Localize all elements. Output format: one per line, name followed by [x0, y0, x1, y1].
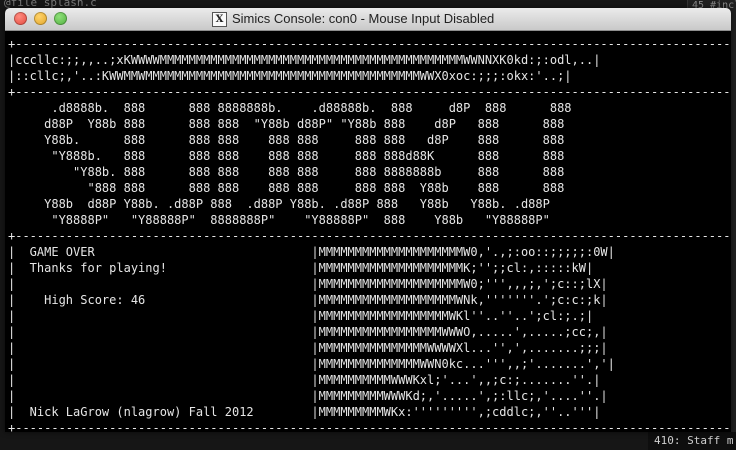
console-line: | GAME OVER |MMMMMMMMMMMMMMMMMMMMW0,'.,;… [8, 245, 615, 259]
console-line: | Nick LaGrow (nlagrow) Fall 2012 |MMMMM… [8, 405, 601, 419]
console-line: | Thanks for playing! |MMMMMMMMMMMMMMMMM… [8, 261, 594, 275]
simics-console-window[interactable]: X Simics Console: con0 - Mouse Input Dis… [5, 8, 731, 432]
minimize-button[interactable] [34, 12, 47, 25]
console-line: +---------------------------------------… [8, 85, 731, 99]
console-line: |::cllc;,'..:KWWMMWMMMMMMMMMMMMMMMMMMMMM… [8, 69, 572, 83]
console-area[interactable]: +---------------------------------------… [5, 31, 731, 432]
console-line: Y88b d88P Y88b. .d88P 888 .d88P Y88b. .d… [8, 197, 550, 211]
console-line: "Y88b. 888 888 888 888 888 888 8888888b … [8, 165, 565, 179]
background-status-text: 410: Staff m [648, 432, 736, 450]
console-text: +---------------------------------------… [8, 36, 731, 432]
zoom-button[interactable] [54, 12, 67, 25]
console-line: +---------------------------------------… [8, 229, 731, 243]
window-title: Simics Console: con0 - Mouse Input Disab… [232, 11, 495, 26]
console-line: +---------------------------------------… [8, 421, 731, 432]
console-line: Y88b. 888 888 888 888 888 888 888 d8P 88… [8, 133, 565, 147]
console-line: +---------------------------------------… [8, 37, 731, 51]
close-button[interactable] [14, 12, 27, 25]
console-line: "888 888 888 888 888 888 888 888 Y88b 88… [8, 181, 565, 195]
console-line: "Y8888P" "Y88888P" 8888888P" "Y88888P" 8… [8, 213, 550, 227]
console-line: | |MMMMMMMMMMWWWKxl;'...',,;c:;.......''… [8, 373, 601, 387]
window-titlebar[interactable]: X Simics Console: con0 - Mouse Input Dis… [5, 8, 731, 31]
x11-icon: X [212, 12, 227, 27]
console-line: d88P Y88b 888 888 888 "Y88b d88P" "Y88b … [8, 117, 565, 131]
console-line: | |MMMMMMMMMMMMMMWWN0kc...''',,;'.......… [8, 357, 615, 371]
console-line: | |MMMMMMMMMMMMMMMWWWWXl...'',',.......;… [8, 341, 608, 355]
console-line: |cccllc:;;,,..;xKWWWWMMMMMMMMMMMMMMMMMMM… [8, 53, 601, 67]
console-line: | |MMMMMMMMMMMMMMMMMMMMW0;''',,,;,';c::;… [8, 277, 608, 291]
console-line: | |MMMMMMMMMMMMMMMMMWWWO,.....',.....;cc… [8, 325, 608, 339]
console-line: "Y888b. 888 888 888 888 888 888 888d88K … [8, 149, 565, 163]
console-line: .d8888b. 888 888 8888888b. .d88888b. 888… [8, 101, 572, 115]
console-line: | |MMMMMMMMMWWWKd;,'.....',;:llc;,'....'… [8, 389, 608, 403]
console-line: | |MMMMMMMMMMMMMMMMMMWKl''..''..';cl:;.;… [8, 309, 594, 323]
console-line: | High Score: 46 |MMMMMMMMMMMMMMMMMMMWNk… [8, 293, 608, 307]
